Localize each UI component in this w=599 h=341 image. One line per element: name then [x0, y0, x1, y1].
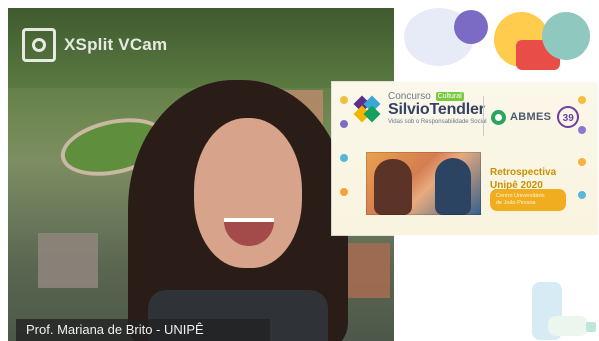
building-roof: [38, 233, 98, 288]
decor-dot: [340, 96, 348, 104]
camera-icon: [22, 28, 56, 62]
xsplit-vcam-watermark: XSplit VCam: [22, 28, 167, 62]
credit-line: de João Pessoa: [496, 200, 536, 206]
credit-badge: Centro Universitário de João Pessoa: [490, 189, 566, 211]
decor-shape: [542, 12, 590, 60]
photo-border: [366, 152, 481, 215]
partner-badge: 39: [557, 106, 580, 128]
contest-tagline: Vidas sob o Responsabilidade Social: [388, 119, 487, 126]
decor-shape: [454, 10, 488, 44]
event-title-line: Retrospectiva: [490, 167, 557, 178]
partner-name: ABMES: [510, 111, 552, 123]
speaker-name: Prof. Mariana de Brito - UNIPÊ: [26, 322, 204, 337]
credit-line: Centro Universitário: [496, 193, 545, 199]
contest-text-block: Concurso Cultural SilvioTendler Vidas so…: [388, 92, 487, 126]
contest-brand: Concurso Cultural SilvioTendler Vidas so…: [353, 92, 487, 126]
contest-tag: Cultural: [435, 92, 464, 101]
video-frame: XSplit VCam Prof. Mariana de Brito - UNI…: [0, 0, 599, 341]
decor-dot: [578, 96, 586, 104]
partner-brand: ABMES 39: [491, 106, 580, 128]
xsplit-vcam-label: XSplit VCam: [64, 35, 168, 54]
speaker-caption: Prof. Mariana de Brito - UNIPÊ: [16, 319, 270, 341]
contest-name: SilvioTendler: [388, 101, 485, 119]
decor-dot: [578, 158, 586, 166]
presenter: [128, 80, 348, 341]
decorative-highlight: [584, 48, 594, 58]
decor-dot: [578, 191, 586, 199]
decor-dot: [340, 154, 348, 162]
decor-shape: [548, 316, 588, 336]
decor-dot: [340, 120, 348, 128]
abmes-icon: [491, 109, 506, 125]
banner-left-decor: [340, 96, 352, 222]
banner-right-decor: [578, 96, 590, 222]
brand-divider: [483, 96, 484, 136]
decor-dot: [340, 188, 348, 196]
corner-logo: [586, 322, 596, 332]
pinwheel-icon: [353, 94, 384, 124]
event-banner: Concurso Cultural SilvioTendler Vidas so…: [332, 82, 598, 235]
event-photo: [366, 152, 481, 215]
